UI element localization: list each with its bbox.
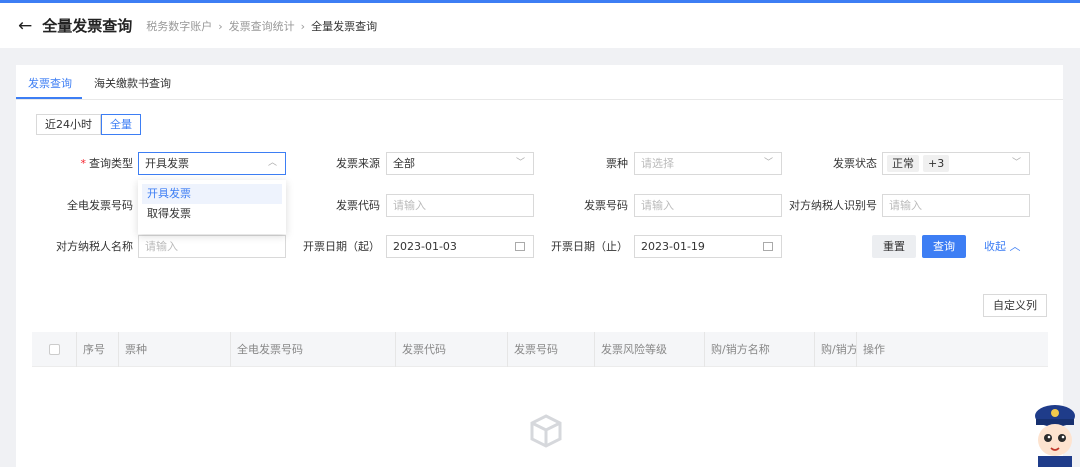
chevron-down-icon: ﹀: [515, 158, 525, 168]
breadcrumb: 税务数字账户 › 发票查询统计 › 全量发票查询: [146, 18, 377, 34]
date-start-label: 开票日期（起）: [303, 240, 380, 253]
breadcrumb-item-current: 全量发票查询: [311, 19, 378, 33]
counterparty-id-label: 对方纳税人识别号: [789, 199, 877, 212]
breadcrumb-separator-icon: ›: [300, 19, 306, 33]
select-all-cell: [32, 332, 76, 367]
query-button[interactable]: 查询: [922, 235, 966, 258]
date-end-label: 开票日期（止）: [551, 240, 628, 253]
back-arrow-icon[interactable]: ←: [18, 16, 32, 36]
column-header-party-name: 购/销方名称: [704, 332, 814, 367]
time-range-24h[interactable]: 近24小时: [36, 114, 101, 135]
tab-invoice-query[interactable]: 发票查询: [28, 75, 72, 91]
invoice-status-select[interactable]: 正常 +3 ﹀: [882, 152, 1030, 175]
query-type-label: * 查询类型: [80, 157, 134, 170]
invoice-kind-select[interactable]: 请选择 ﹀: [634, 152, 782, 175]
invoice-number-label: 发票号码: [584, 199, 628, 212]
date-start-picker[interactable]: 2023-01-03: [386, 235, 534, 258]
time-range-all[interactable]: 全量: [101, 114, 141, 135]
reset-button[interactable]: 重置: [872, 235, 916, 258]
breadcrumb-item-invoice-stats[interactable]: 发票查询统计: [229, 20, 295, 33]
main-card: 发票查询 海关缴款书查询 近24小时 全量 * 查询类型 开具发票 ︿ 发票来源 全…: [16, 65, 1063, 467]
calendar-icon: [763, 242, 773, 251]
chevron-down-icon: ﹀: [763, 158, 773, 168]
page-header: ← 全量发票查询 税务数字账户 › 发票查询统计 › 全量发票查询: [0, 3, 1080, 48]
electronic-invoice-no-label: 全电发票号码: [67, 199, 133, 212]
select-all-checkbox[interactable]: [49, 344, 60, 355]
invoice-number-input[interactable]: 请输入: [634, 194, 782, 217]
invoice-kind-label: 票种: [606, 157, 628, 170]
query-type-dropdown: 开具发票 取得发票: [138, 180, 286, 234]
status-tag-more: +3: [923, 155, 950, 172]
empty-box-icon: [530, 414, 562, 448]
column-header-invoice-kind: 票种: [118, 332, 230, 367]
invoice-source-select[interactable]: 全部 ﹀: [386, 152, 534, 175]
calendar-icon: [515, 242, 525, 251]
query-type-select[interactable]: 开具发票 ︿: [138, 152, 286, 175]
table-header: 序号 票种 全电发票号码 发票代码 发票号码 发票风险等级 购/销方名称 购/销…: [32, 332, 1048, 367]
time-range-toggle: 近24小时 全量: [36, 114, 141, 135]
collapse-toggle[interactable]: 收起 ︿: [984, 235, 1021, 258]
page-title: 全量发票查询: [42, 17, 133, 35]
counterparty-id-input[interactable]: 请输入: [882, 194, 1030, 217]
dropdown-option-received[interactable]: 取得发票: [142, 204, 282, 224]
status-tag-normal: 正常: [887, 155, 919, 172]
tab-bar: 发票查询 海关缴款书查询: [16, 65, 1063, 100]
tab-customs-query[interactable]: 海关缴款书查询: [94, 75, 171, 91]
counterparty-name-label: 对方纳税人名称: [56, 240, 133, 253]
column-header-actions: 操作: [856, 332, 1048, 367]
custom-columns-button[interactable]: 自定义列: [983, 294, 1047, 317]
invoice-code-label: 发票代码: [336, 199, 380, 212]
assistant-mascot-icon[interactable]: [1030, 402, 1080, 467]
chevron-down-icon: ﹀: [1011, 158, 1021, 168]
invoice-source-label: 发票来源: [336, 157, 380, 170]
breadcrumb-item-tax-account[interactable]: 税务数字账户: [146, 20, 212, 33]
chevron-up-icon: ︿: [267, 158, 277, 168]
column-header-party: 购/销方: [814, 332, 856, 367]
chevron-up-icon: ︿: [1009, 240, 1021, 253]
date-end-picker[interactable]: 2023-01-19: [634, 235, 782, 258]
breadcrumb-separator-icon: ›: [218, 19, 223, 33]
column-header-risk-level: 发票风险等级: [594, 332, 704, 367]
column-header-invoice-code: 发票代码: [395, 332, 507, 367]
invoice-code-input[interactable]: 请输入: [386, 194, 534, 217]
dropdown-option-issued[interactable]: 开具发票: [142, 184, 282, 204]
counterparty-name-input[interactable]: 请输入: [138, 235, 286, 258]
invoice-status-label: 发票状态: [833, 157, 877, 170]
column-header-index: 序号: [76, 332, 118, 367]
column-header-electronic-no: 全电发票号码: [230, 332, 395, 367]
tab-active-indicator: [16, 97, 82, 99]
column-header-invoice-number: 发票号码: [507, 332, 594, 367]
